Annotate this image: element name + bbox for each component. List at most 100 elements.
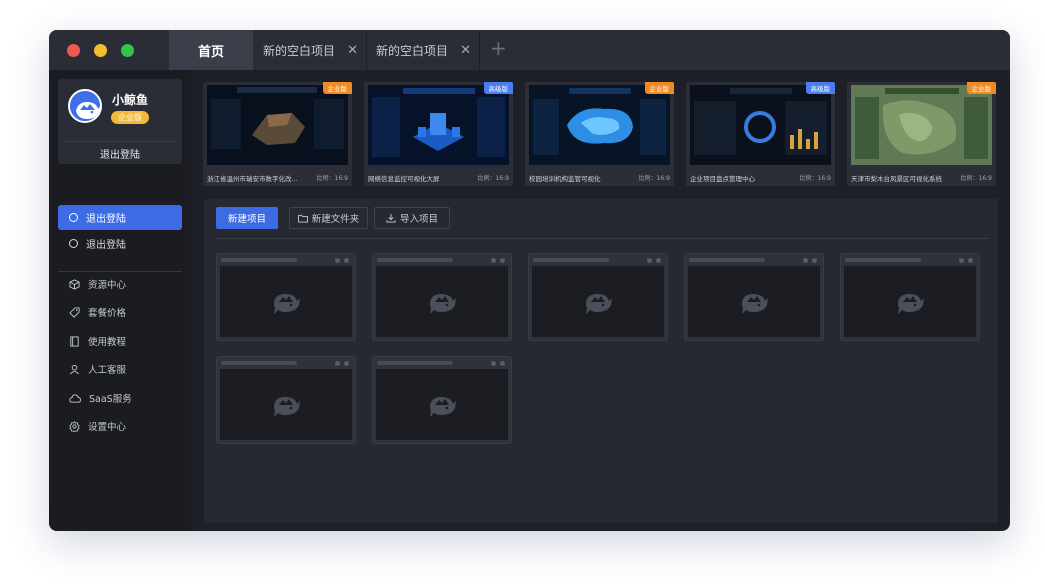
maximize-window-button[interactable] [121, 44, 134, 57]
tab-blank-project-2[interactable]: 新的空白项目 ✕ [368, 30, 480, 70]
project-preview [376, 369, 508, 440]
download-icon [386, 213, 396, 223]
project-preview [220, 266, 352, 337]
new-folder-button[interactable]: 新建文件夹 [289, 207, 368, 229]
project-preview [688, 266, 820, 337]
window-dot [968, 258, 973, 263]
sidebar-item-label: SaaS服务 [89, 394, 132, 405]
template-ratio: 比例：16:9 [799, 175, 831, 182]
project-card[interactable] [684, 253, 824, 341]
sidebar-item-settings[interactable]: 设置中心 [69, 418, 126, 434]
tab-home[interactable]: 首页 [169, 30, 253, 70]
tab-label: 新的空白项目 [263, 43, 336, 58]
whale-placeholder-icon [274, 293, 300, 314]
whale-placeholder-icon [742, 293, 768, 314]
whale-placeholder-icon [274, 396, 300, 417]
title-bar-placeholder [221, 361, 297, 365]
template-name: 网络信息监控可视化大屏 [368, 175, 440, 183]
sidebar-item-logout-1[interactable]: 退出登陆 [58, 205, 182, 230]
project-card[interactable] [372, 356, 512, 444]
divider [64, 141, 176, 142]
sidebar-item-logout-2[interactable]: 退出登陆 [58, 231, 182, 256]
user-name: 小鲸鱼 [112, 93, 149, 107]
window-dot [959, 258, 964, 263]
new-project-button[interactable]: 新建项目 [216, 207, 278, 229]
template-thumbnail [851, 85, 992, 165]
sidebar-item-resources[interactable]: 资源中心 [69, 276, 126, 292]
project-preview [376, 266, 508, 337]
template-thumbnail [368, 85, 509, 165]
sidebar-item-label: 设置中心 [88, 422, 127, 433]
project-preview [532, 266, 664, 337]
title-bar-placeholder [533, 258, 609, 262]
add-tab-icon[interactable]: + [490, 38, 507, 58]
project-card[interactable] [840, 253, 980, 341]
window-dot [344, 361, 349, 366]
sidebar-item-label: 退出登陆 [86, 240, 126, 251]
whale-placeholder-icon [898, 293, 924, 314]
window-dot [335, 258, 340, 263]
plan-badge: 企业版 [111, 111, 149, 124]
sidebar-item-label: 退出登陆 [86, 214, 126, 225]
window-dot [491, 258, 496, 263]
logout-button[interactable]: 退出登陆 [58, 146, 182, 161]
template-name: 浙江省温州市瑞安市数字化改... [207, 175, 298, 183]
tag-icon [69, 306, 80, 318]
sidebar-item-label: 资源中心 [88, 280, 127, 291]
whale-placeholder-icon [430, 293, 456, 314]
cloud-icon [69, 393, 81, 403]
close-icon[interactable]: ✕ [460, 43, 471, 58]
template-ratio: 比例：16:9 [477, 175, 509, 182]
tier-ribbon: 高级版 [805, 82, 835, 94]
template-thumbnail [207, 85, 348, 165]
template-card[interactable]: 企业版 校园培训机构监管可视化 比例：16:9 [525, 82, 674, 186]
sidebar-item-label: 使用教程 [88, 337, 127, 348]
profile-card: 小鲸鱼 企业版 退出登陆 [58, 79, 182, 164]
import-project-button[interactable]: 导入项目 [374, 207, 450, 229]
project-card[interactable] [528, 253, 668, 341]
sidebar-item-pricing[interactable]: 套餐价格 [69, 304, 126, 320]
sidebar-item-support[interactable]: 人工客服 [69, 361, 126, 377]
title-bar-placeholder [845, 258, 921, 262]
template-name: 校园培训机构监管可视化 [529, 175, 601, 183]
whale-logo-icon [70, 91, 100, 121]
project-card[interactable] [216, 356, 356, 444]
user-icon [70, 364, 79, 374]
close-window-button[interactable] [67, 44, 80, 57]
project-workspace: 新建项目 新建文件夹 导入项目 [204, 199, 998, 523]
window-dot [647, 258, 652, 263]
template-thumbnail [690, 85, 831, 165]
template-thumbnail [529, 85, 670, 165]
project-preview [220, 369, 352, 440]
minimize-window-button[interactable] [94, 44, 107, 57]
gear-icon [69, 420, 80, 432]
folder-icon [297, 214, 308, 223]
sidebar: 小鲸鱼 企业版 退出登陆 退出登陆 退出登陆 资源中心 套餐价格 使用教程 人工… [49, 70, 191, 531]
title-bar-placeholder [689, 258, 765, 262]
divider [216, 238, 988, 239]
tab-blank-project-1[interactable]: 新的空白项目 ✕ [253, 30, 367, 70]
title-bar-placeholder [377, 258, 453, 262]
project-card[interactable] [372, 253, 512, 341]
title-bar-placeholder [377, 361, 453, 365]
book-icon [70, 335, 79, 347]
whale-placeholder-icon [586, 293, 612, 314]
window-dot [500, 258, 505, 263]
project-card[interactable] [216, 253, 356, 341]
template-card[interactable]: 高级版 网络信息监控可视化大屏 比例：16:9 [364, 82, 513, 186]
project-preview [844, 266, 976, 337]
window-dot [335, 361, 340, 366]
tier-ribbon: 高级版 [483, 82, 513, 94]
whale-placeholder-icon [430, 396, 456, 417]
close-icon[interactable]: ✕ [347, 43, 358, 58]
template-card[interactable]: 企业版 天津市梨木台风景区可视化系统 比例：16:9 [847, 82, 996, 186]
template-card[interactable]: 企业版 浙江省温州市瑞安市数字化改... 比例：16:9 [203, 82, 352, 186]
sidebar-item-label: 人工客服 [88, 365, 127, 376]
avatar[interactable] [68, 89, 102, 123]
sidebar-item-saas[interactable]: SaaS服务 [69, 390, 132, 406]
template-name: 天津市梨木台风景区可视化系统 [851, 175, 942, 183]
tier-ribbon: 企业版 [966, 82, 996, 94]
divider [58, 271, 182, 272]
sidebar-item-tutorial[interactable]: 使用教程 [69, 333, 126, 349]
template-card[interactable]: 高级版 企业项目盘点管理中心 比例：16:9 [686, 82, 835, 186]
